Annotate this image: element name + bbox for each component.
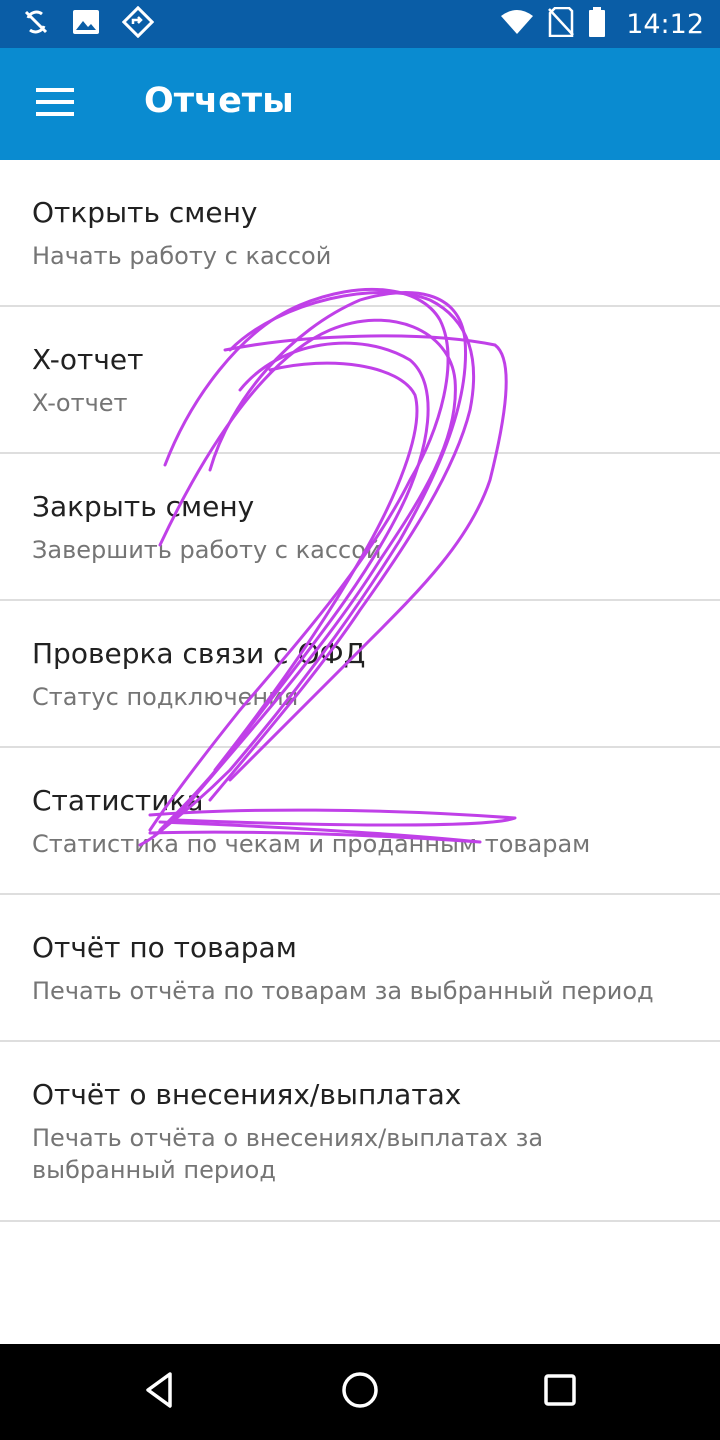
back-button[interactable] bbox=[136, 1368, 184, 1416]
list-item-subtitle: Печать отчёта по товарам за выбранный пе… bbox=[32, 977, 654, 1005]
wifi-icon bbox=[500, 9, 534, 39]
status-time: 14:12 bbox=[626, 8, 704, 40]
app-bar: Отчеты bbox=[0, 48, 720, 160]
list-item-subtitle: Начать работу с кассой bbox=[32, 242, 332, 270]
battery-icon bbox=[588, 7, 606, 41]
hamburger-menu-icon bbox=[36, 87, 76, 121]
home-button[interactable] bbox=[336, 1368, 384, 1416]
list-item-ofd-check[interactable]: Проверка связи с ОФД Статус подключения bbox=[0, 601, 720, 748]
list-item-title: Статистика bbox=[32, 784, 204, 817]
list-item-x-report[interactable]: X-отчет X-отчет bbox=[0, 307, 720, 454]
status-right-icons: 14:12 bbox=[500, 6, 704, 41]
list-item-subtitle: Статус подключения bbox=[32, 683, 299, 711]
navigation-diamond-icon bbox=[121, 5, 155, 42]
list-item-title: Отчёт о внесениях/выплатах bbox=[32, 1078, 462, 1111]
back-icon bbox=[140, 1370, 180, 1414]
menu-button[interactable] bbox=[24, 74, 88, 134]
list-item-cash-report[interactable]: Отчёт о внесениях/выплатах Печать отчёта… bbox=[0, 1042, 720, 1222]
status-bar: 14:12 bbox=[0, 0, 720, 48]
list-item-title: Отчёт по товарам bbox=[32, 931, 297, 964]
list-item-close-shift[interactable]: Закрыть смену Завершить работу с кассой bbox=[0, 454, 720, 601]
list-item-title: X-отчет bbox=[32, 343, 144, 376]
recents-icon bbox=[540, 1370, 580, 1414]
page-title: Отчеты bbox=[144, 81, 294, 121]
list-item-goods-report[interactable]: Отчёт по товарам Печать отчёта по товара… bbox=[0, 895, 720, 1042]
list-item-title: Открыть смену bbox=[32, 196, 258, 229]
recents-button[interactable] bbox=[536, 1368, 584, 1416]
list-item-statistics[interactable]: Статистика Статистика по чекам и проданн… bbox=[0, 748, 720, 895]
list-item-open-shift[interactable]: Открыть смену Начать работу с кассой bbox=[0, 160, 720, 307]
status-left-icons bbox=[22, 5, 155, 42]
sync-disabled-icon bbox=[22, 8, 50, 40]
navigation-bar bbox=[0, 1344, 720, 1440]
list-item-title: Проверка связи с ОФД bbox=[32, 637, 366, 670]
list-item-subtitle: Завершить работу с кассой bbox=[32, 536, 382, 564]
list-item-subtitle: Статистика по чекам и проданным товарам bbox=[32, 830, 591, 858]
no-sim-icon bbox=[548, 6, 575, 41]
image-icon bbox=[72, 9, 100, 39]
home-icon bbox=[340, 1370, 380, 1414]
list-item-title: Закрыть смену bbox=[32, 490, 255, 523]
reports-screen: 14:12 Отчеты Открыть смену Начать работу… bbox=[0, 0, 720, 1440]
list-item-subtitle: Печать отчёта о внесениях/выплатах за вы… bbox=[32, 1124, 544, 1184]
list-item-subtitle: X-отчет bbox=[32, 389, 128, 417]
